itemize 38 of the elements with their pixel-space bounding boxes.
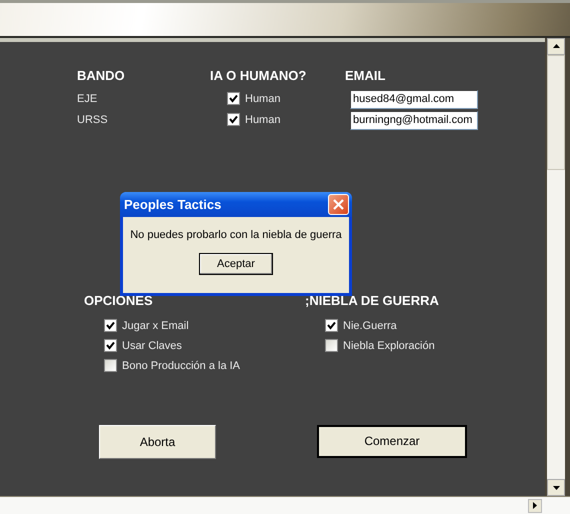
section-title: OPCIONES: [84, 292, 153, 308]
dialog-title: Peoples Tactics: [124, 196, 222, 212]
scroll-down-button[interactable]: [547, 479, 565, 496]
checkbox-label: Niebla Exploración: [343, 340, 435, 352]
vertical-scrollbar[interactable]: [547, 38, 565, 496]
accept-button[interactable]: Aceptar: [199, 252, 273, 275]
checkbox-label: Bono Producción a la IA: [122, 360, 240, 372]
email-field[interactable]: burningng@hotmail.com: [350, 110, 478, 130]
checkbox-label: Usar Claves: [122, 340, 182, 352]
scroll-up-button[interactable]: [547, 38, 565, 55]
checkbox[interactable]: [104, 319, 117, 332]
email-field[interactable]: hused84@gmal.com: [350, 90, 478, 109]
checkbox-label: Human: [245, 92, 280, 105]
column-header: BANDO: [77, 68, 126, 83]
up-arrow-icon: [552, 44, 560, 48]
action-button[interactable]: Aborta: [99, 424, 216, 459]
right-arrow-icon: [533, 502, 537, 510]
column-header: EMAIL: [345, 68, 386, 83]
checkbox[interactable]: [227, 113, 240, 126]
dialog-message: No puedes probarlo con la niebla de guerra: [129, 228, 343, 241]
side-label: URSS: [77, 114, 109, 126]
checkbox-label: Nie.Guerra: [343, 320, 397, 332]
down-arrow-icon: [552, 486, 560, 490]
action-button[interactable]: Comenzar: [317, 424, 467, 458]
section-title: ;NIEBLA DE GUERRA: [305, 292, 439, 308]
checkbox-label: Human: [245, 114, 280, 126]
checkbox[interactable]: [325, 339, 338, 352]
checkbox[interactable]: [227, 92, 240, 106]
checkbox[interactable]: [104, 339, 117, 352]
column-header: IA O HUMANO?: [210, 68, 308, 83]
scroll-right-button[interactable]: [528, 498, 542, 513]
checkbox[interactable]: [325, 319, 338, 332]
side-label: EJE: [77, 93, 98, 106]
close-icon: [333, 198, 344, 210]
checkbox-label: Jugar x Email: [122, 320, 189, 332]
scrollbar-thumb[interactable]: [547, 54, 565, 170]
checkbox[interactable]: [104, 359, 117, 372]
close-button[interactable]: [328, 194, 349, 215]
